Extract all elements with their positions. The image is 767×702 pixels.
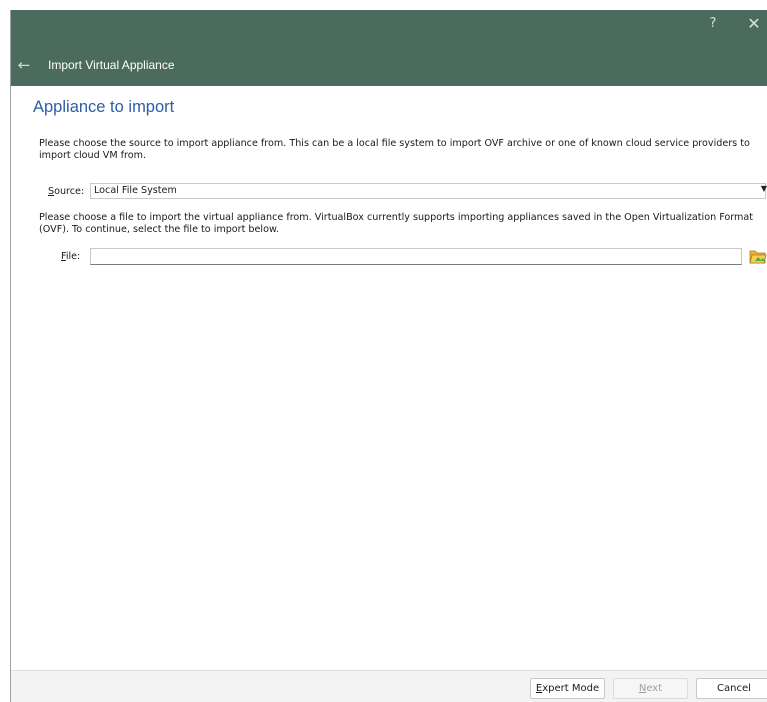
import-appliance-dialog: ? ✕ ← Import Virtual Appliance Appliance… [10,10,767,702]
help-button[interactable]: ? [703,14,723,34]
next-label: ext [646,683,663,694]
source-label: Source: [48,186,84,197]
back-button[interactable]: ← [14,56,34,74]
close-icon: ✕ [747,14,761,33]
file-path-input[interactable] [90,248,742,265]
cancel-button[interactable]: Cancel [696,678,767,699]
file-label: File: [61,251,80,262]
close-button[interactable]: ✕ [743,13,765,35]
source-selected-value: Local File System [94,185,177,196]
expert-mode-label: xpert Mode [542,683,600,694]
page-title: Appliance to import [33,98,175,116]
back-arrow-icon: ← [17,56,31,74]
next-button[interactable]: Next [613,678,688,699]
source-label-text: ource: [54,186,85,197]
source-description: Please choose the source to import appli… [39,138,750,161]
expert-mode-button[interactable]: Expert Mode [530,678,605,699]
source-select[interactable]: Local File System ▼ [90,183,767,199]
folder-open-icon [749,250,767,264]
help-icon: ? [709,16,717,31]
file-description: Please choose a file to import the virtu… [39,212,754,235]
browse-file-button[interactable] [749,248,767,265]
title-bar: ? ✕ ← Import Virtual Appliance [11,10,767,86]
chevron-down-icon: ▼ [760,184,767,193]
file-label-text: ile: [65,251,81,262]
dialog-title: Import Virtual Appliance [48,58,175,72]
